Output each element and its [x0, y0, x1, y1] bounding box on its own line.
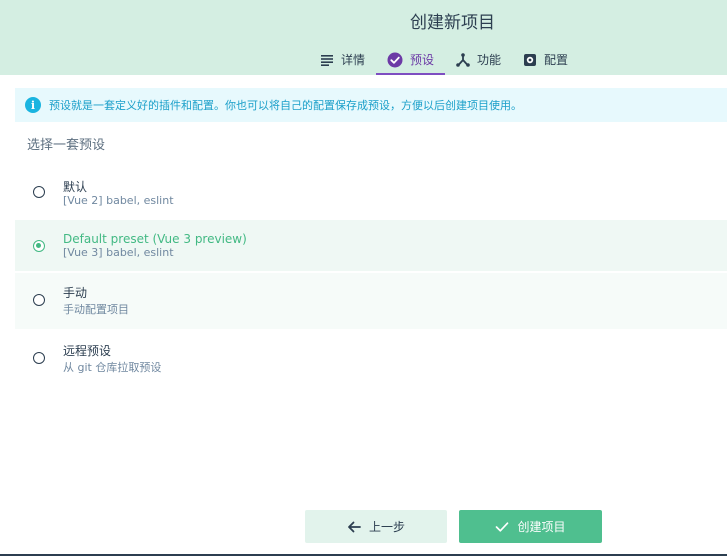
preset-radio[interactable] [33, 186, 45, 198]
preset-manual[interactable]: 手动 手动配置项目 [15, 273, 727, 329]
preset-radio[interactable] [33, 352, 45, 364]
tab-presets[interactable]: 预设 [376, 44, 446, 75]
previous-button-label: 上一步 [368, 520, 405, 534]
section-title: 选择一套预设 [27, 138, 106, 153]
preset-radio-checked[interactable] [33, 240, 45, 252]
previous-button[interactable]: 上一步 [305, 510, 447, 543]
header: 创建新项目 详情 预设 功能 配置 [0, 0, 727, 75]
details-list-icon [321, 54, 333, 66]
tab-features[interactable]: 功能 [445, 44, 512, 75]
create-project-button[interactable]: 创建项目 [459, 510, 602, 543]
features-branch-icon [456, 52, 470, 67]
preset-vue3[interactable]: Default preset (Vue 3 preview) [Vue 3] b… [15, 220, 727, 271]
preset-radio[interactable] [33, 294, 45, 306]
preset-desc: 手动配置项目 [63, 303, 129, 316]
tab-details-label: 详情 [341, 53, 366, 67]
step-tabs: 详情 预设 功能 配置 [309, 44, 579, 75]
preset-desc: [Vue 3] babel, eslint [63, 246, 174, 259]
tab-presets-label: 预设 [410, 53, 435, 67]
info-icon: i [25, 97, 41, 113]
tab-config-label: 配置 [544, 53, 569, 67]
tab-features-label: 功能 [477, 53, 502, 67]
preset-name: 默认 [63, 180, 88, 194]
check-circle-icon [387, 52, 403, 67]
preset-default[interactable]: 默认 [Vue 2] babel, eslint [15, 166, 727, 218]
create-project-button-label: 创建项目 [517, 520, 566, 534]
preset-desc: [Vue 2] babel, eslint [63, 194, 174, 207]
info-banner: i 预设就是一套定义好的插件和配置。你也可以将自己的配置保存成预设，方便以后创建… [15, 88, 727, 122]
info-text: 预设就是一套定义好的插件和配置。你也可以将自己的配置保存成预设，方便以后创建项目… [49, 99, 522, 112]
preset-name: 远程预设 [63, 344, 112, 358]
preset-name: Default preset (Vue 3 preview) [63, 232, 247, 246]
preset-remote[interactable]: 远程预设 从 git 仓库拉取预设 [15, 331, 727, 387]
tab-details[interactable]: 详情 [309, 44, 376, 75]
tab-config[interactable]: 配置 [512, 44, 579, 75]
preset-name: 手动 [63, 286, 88, 300]
preset-desc: 从 git 仓库拉取预设 [63, 361, 162, 374]
gear-icon [524, 53, 537, 66]
check-icon [496, 521, 509, 532]
arrow-left-icon [348, 521, 361, 532]
page-title: 创建新项目 [410, 13, 495, 33]
